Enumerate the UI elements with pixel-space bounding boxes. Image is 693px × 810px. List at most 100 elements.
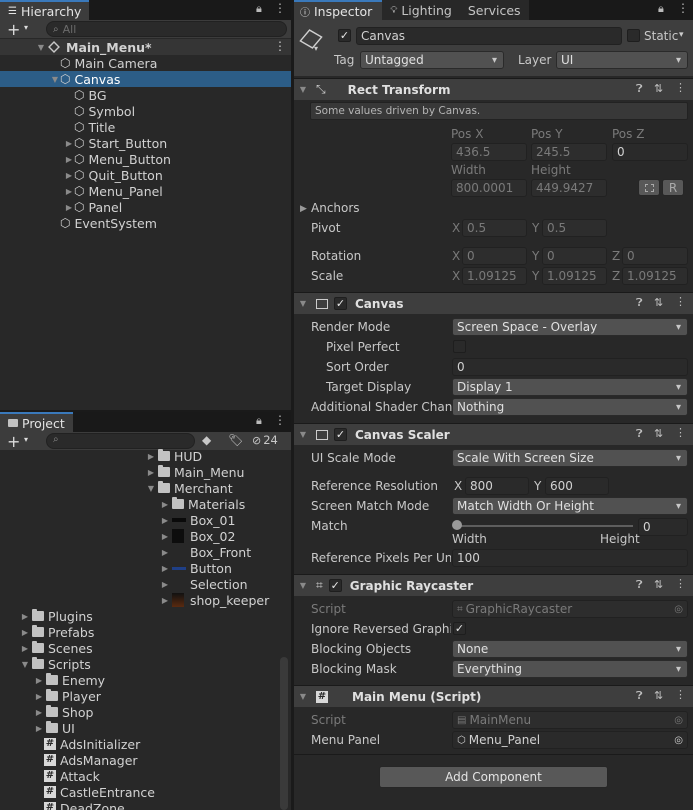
- tab-lighting[interactable]: 💡︎ Lighting: [382, 0, 460, 20]
- tab-services[interactable]: Services: [459, 0, 529, 20]
- project-item[interactable]: ▶ Enemy: [34, 672, 105, 688]
- hier-title[interactable]: ⬡ Title: [64, 119, 115, 135]
- ref-pixels-per-unit-field[interactable]: 100: [452, 549, 688, 567]
- project-item[interactable]: ▶ shop_keeper: [160, 592, 269, 608]
- project-item[interactable]: # AdsInitializer: [44, 736, 140, 752]
- mainmenu-help-icon[interactable]: ❓︎: [636, 689, 643, 703]
- hier-panel[interactable]: ▶ ⬡ Panel: [64, 199, 122, 215]
- layer-dropdown[interactable]: UI: [556, 51, 688, 69]
- hier-start-button[interactable]: ▶ ⬡ Start_Button: [64, 135, 167, 151]
- project-item[interactable]: ▶ Materials: [160, 496, 245, 512]
- hier-bg[interactable]: ⬡ BG: [64, 87, 107, 103]
- hier-symbol[interactable]: ⬡ Symbol: [64, 103, 135, 119]
- project-item[interactable]: ▶ UI: [34, 720, 75, 736]
- expand-arrow-icon[interactable]: ▶: [34, 676, 44, 685]
- expand-arrow-icon[interactable]: ▶: [160, 516, 170, 525]
- project-lock-icon[interactable]: 🔒︎: [256, 414, 262, 428]
- match-value-field[interactable]: 0: [638, 518, 688, 536]
- match-slider-track[interactable]: [457, 525, 633, 527]
- graphic-raycaster-header[interactable]: ▼ ⌗ ✓ Graphic Raycaster: [294, 574, 693, 596]
- raycaster-fold-icon[interactable]: ▼: [298, 581, 308, 590]
- collapse-arrow-icon[interactable]: ▼: [20, 660, 30, 669]
- project-item[interactable]: ▶ Box_02: [160, 528, 235, 544]
- project-item[interactable]: ▶ Player: [34, 688, 101, 704]
- hier-eventsystem[interactable]: ⬡ EventSystem: [50, 215, 157, 231]
- hier-main-camera[interactable]: ⬡ Main Camera: [50, 55, 157, 71]
- expand-arrow-icon[interactable]: ▶: [64, 203, 74, 212]
- raycaster-help-icon[interactable]: ❓︎: [636, 578, 643, 592]
- anchors-label[interactable]: Anchors: [311, 201, 360, 215]
- active-checkbox[interactable]: ✓: [338, 29, 351, 42]
- expand-arrow-icon[interactable]: ▶: [20, 612, 30, 621]
- project-item[interactable]: ▶ Selection: [160, 576, 248, 592]
- expand-arrow-icon[interactable]: ▶: [160, 500, 170, 509]
- project-search-input[interactable]: ⌕: [46, 433, 195, 449]
- blocking-objects-dropdown[interactable]: None: [452, 640, 688, 658]
- rect-presets-icon[interactable]: ⇅: [654, 82, 663, 95]
- hier-canvas[interactable]: ▼ ⬡ Canvas: [50, 71, 120, 87]
- tab-inspector[interactable]: ⓘ Inspector: [294, 0, 383, 20]
- project-item[interactable]: ▶ Main_Menu: [146, 464, 245, 480]
- project-item[interactable]: ▶ Scenes: [20, 640, 93, 656]
- icon-dropdown-icon[interactable]: ▾: [314, 44, 318, 53]
- expand-arrow-icon[interactable]: ▶: [160, 580, 170, 589]
- expand-arrow-icon[interactable]: ▶: [64, 187, 74, 196]
- project-item[interactable]: ▶ Prefabs: [20, 624, 94, 640]
- menu-panel-field[interactable]: ⬡ Menu_Panel ◎: [452, 731, 688, 749]
- anchors-fold-icon[interactable]: ▶: [300, 204, 307, 214]
- sort-order-field[interactable]: 0: [452, 358, 688, 376]
- canvas-enabled-checkbox[interactable]: ✓: [334, 297, 347, 310]
- expand-arrow-icon[interactable]: ▶: [34, 692, 44, 701]
- project-item[interactable]: ▶ Box_01: [160, 512, 235, 528]
- rect-more-icon[interactable]: ⋮: [675, 81, 686, 94]
- canvas-scaler-header[interactable]: ▼ ✓ Canvas Scaler: [294, 423, 693, 445]
- expand-arrow-icon[interactable]: ▶: [160, 596, 170, 605]
- match-slider-thumb[interactable]: [452, 520, 462, 530]
- ref-x-field[interactable]: 800: [465, 477, 529, 495]
- expand-arrow-icon[interactable]: ▶: [64, 155, 74, 164]
- static-checkbox[interactable]: [627, 29, 640, 42]
- hidden-packages-toggle[interactable]: ⊘ 24: [252, 433, 278, 447]
- project-item[interactable]: ▶ HUD: [146, 448, 202, 464]
- project-item[interactable]: # DeadZone: [44, 800, 125, 810]
- collapse-arrow-icon[interactable]: ▼: [50, 75, 60, 84]
- project-create-plus-icon[interactable]: +: [7, 432, 20, 451]
- raw-edit-button[interactable]: R: [662, 179, 684, 196]
- expand-arrow-icon[interactable]: ▶: [20, 628, 30, 637]
- raycaster-more-icon[interactable]: ⋮: [675, 577, 686, 590]
- ignore-reversed-checkbox[interactable]: ✓: [453, 622, 466, 635]
- canvas-more-icon[interactable]: ⋮: [675, 295, 686, 308]
- expand-arrow-icon[interactable]: ▶: [146, 468, 156, 477]
- expand-arrow-icon[interactable]: ▶: [160, 564, 170, 573]
- raycaster-presets-icon[interactable]: ⇅: [654, 578, 663, 591]
- posz-field[interactable]: 0: [612, 143, 688, 161]
- filter-by-label-icon[interactable]: 🏷︎: [228, 433, 243, 447]
- scaler-enabled-checkbox[interactable]: ✓: [334, 428, 347, 441]
- hier-menu-button[interactable]: ▶ ⬡ Menu_Button: [64, 151, 171, 167]
- canvas-fold-icon[interactable]: ▼: [298, 299, 308, 308]
- main-menu-script-header[interactable]: ▼ # Main Menu (Script): [294, 685, 693, 707]
- create-dropdown-icon[interactable]: ▾: [24, 23, 28, 32]
- add-component-button[interactable]: Add Component: [379, 766, 608, 788]
- mainmenu-more-icon[interactable]: ⋮: [675, 688, 686, 701]
- tab-hierarchy[interactable]: ☰ Hierarchy: [0, 0, 90, 20]
- scaler-fold-icon[interactable]: ▼: [298, 430, 308, 439]
- project-item[interactable]: # Attack: [44, 768, 100, 784]
- expand-arrow-icon[interactable]: ▶: [34, 708, 44, 717]
- expand-arrow-icon[interactable]: ▶: [34, 724, 44, 733]
- screen-match-mode-dropdown[interactable]: Match Width Or Height: [452, 497, 688, 515]
- mainmenu-presets-icon[interactable]: ⇅: [654, 689, 663, 702]
- inspector-lock-icon[interactable]: 🔒︎: [658, 2, 664, 16]
- canvas-presets-icon[interactable]: ⇅: [654, 296, 663, 309]
- scene-more-icon[interactable]: ⋮: [274, 39, 286, 53]
- project-item[interactable]: ▶ Plugins: [20, 608, 93, 624]
- lock-icon[interactable]: 🔒︎: [256, 2, 262, 16]
- ui-scale-mode-dropdown[interactable]: Scale With Screen Size: [452, 449, 688, 467]
- filter-by-type-icon[interactable]: ◆: [202, 433, 211, 447]
- project-create-dropdown-icon[interactable]: ▾: [24, 435, 28, 444]
- target-display-dropdown[interactable]: Display 1: [452, 378, 688, 396]
- expand-arrow-icon[interactable]: ▶: [146, 452, 156, 461]
- render-mode-dropdown[interactable]: Screen Space - Overlay: [452, 318, 688, 336]
- expand-arrow-icon[interactable]: ▶: [160, 548, 170, 557]
- rect-fold-icon[interactable]: ▼: [298, 85, 308, 94]
